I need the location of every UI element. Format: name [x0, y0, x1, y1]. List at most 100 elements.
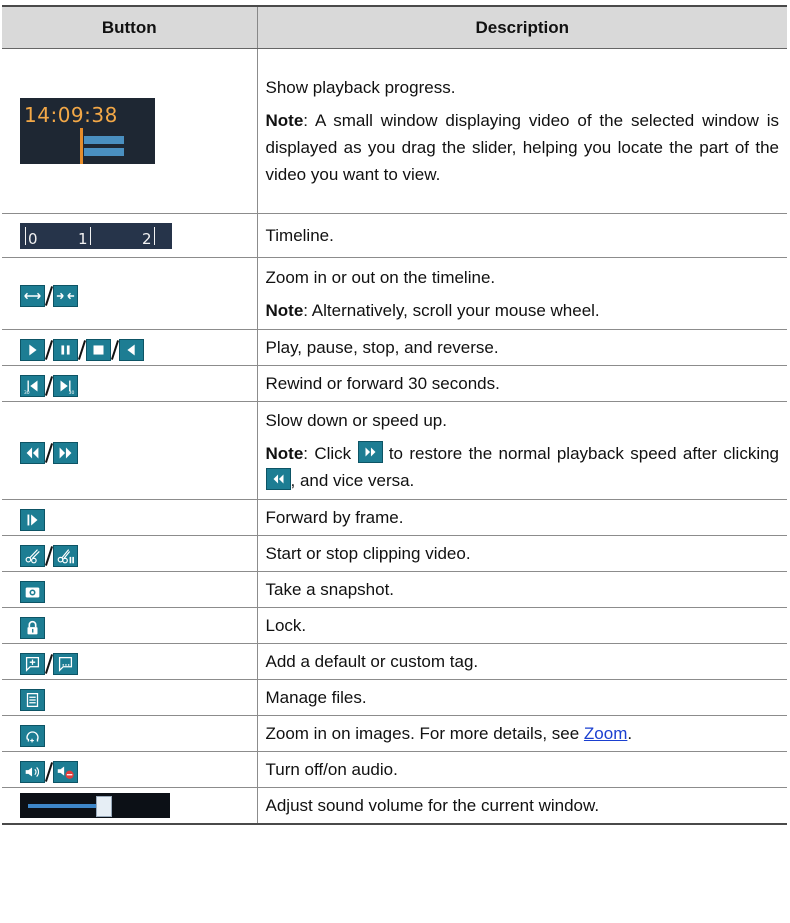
note-label: Note: [265, 111, 304, 130]
table-row: 0 1 2 Timeline.: [2, 213, 787, 258]
button-cell: 0 1 2: [2, 213, 258, 258]
table-row: Forward by frame.: [2, 499, 787, 536]
play-icon[interactable]: [20, 339, 45, 361]
description-text: Timeline.: [265, 226, 334, 245]
zoom-image-icon[interactable]: [20, 725, 45, 747]
header-description: Description: [256, 5, 787, 49]
note-body: , and vice versa.: [290, 471, 415, 490]
description-text: Lock.: [265, 616, 307, 635]
button-cell: [2, 715, 258, 752]
default-tag-icon[interactable]: [20, 653, 45, 675]
table-header-row: Button Description: [2, 5, 787, 49]
progress-time-label: 14:09:38: [24, 103, 118, 127]
zoom-link[interactable]: Zoom: [584, 724, 627, 743]
description-cell: Zoom in or out on the timeline. Note: Al…: [256, 257, 787, 330]
svg-text:30: 30: [69, 390, 75, 396]
description-cell: Manage files.: [256, 679, 787, 716]
description-text: Start or stop clipping video.: [265, 544, 471, 563]
description-text-part: Zoom in on images. For more details, see: [265, 724, 584, 743]
table-row: Adjust sound volume for the current wind…: [2, 787, 787, 825]
svg-text:30: 30: [24, 390, 30, 396]
start-clip-icon[interactable]: [20, 545, 45, 567]
volume-knob[interactable]: [96, 795, 112, 817]
button-cell: [2, 401, 258, 500]
description-cell: Zoom in on images. For more details, see…: [256, 715, 787, 752]
audio-on-icon[interactable]: [20, 761, 45, 783]
description-cell: Lock.: [256, 607, 787, 644]
volume-fill: [28, 803, 98, 808]
description-cell: Play, pause, stop, and reverse.: [256, 329, 787, 366]
rewind-30s-icon[interactable]: 30: [20, 375, 45, 397]
reverse-icon[interactable]: [119, 339, 144, 361]
manage-files-icon[interactable]: [20, 689, 45, 711]
description-cell: Slow down or speed up. Note: Click to re…: [256, 401, 787, 500]
description-cell: Start or stop clipping video.: [256, 535, 787, 572]
button-cell: [2, 571, 258, 608]
timeline-tick: [154, 226, 155, 245]
description-cell: Rewind or forward 30 seconds.: [256, 365, 787, 402]
description-text: Turn off/on audio.: [265, 760, 398, 779]
table-row: Lock.: [2, 607, 787, 644]
note-label: Note: [265, 300, 304, 320]
button-cell: 30 30: [2, 365, 258, 402]
header-button: Button: [2, 5, 258, 49]
custom-tag-icon[interactable]: [53, 653, 78, 675]
zoom-in-timeline-icon[interactable]: [53, 285, 78, 307]
button-cell: [2, 607, 258, 644]
playback-progress-thumbnail[interactable]: 14:09:38: [20, 98, 155, 164]
audio-off-icon[interactable]: [53, 761, 78, 783]
table-row: Add a default or custom tag.: [2, 643, 787, 680]
stop-icon[interactable]: [86, 339, 111, 361]
slow-down-icon[interactable]: [265, 467, 291, 490]
lock-icon[interactable]: [20, 617, 45, 639]
speed-up-icon[interactable]: [357, 440, 383, 463]
button-description-table: Button Description 14:09:38 Show playbac…: [2, 5, 787, 825]
description-text: Show playback progress.: [265, 78, 456, 97]
zoom-out-timeline-icon[interactable]: [20, 285, 45, 307]
note-body: : A small window displaying video of the…: [265, 111, 780, 184]
table-row: Play, pause, stop, and reverse.: [2, 329, 787, 366]
description-cell: Turn off/on audio.: [256, 751, 787, 788]
pause-icon[interactable]: [53, 339, 78, 361]
snapshot-icon[interactable]: [20, 581, 45, 603]
button-cell: [2, 499, 258, 536]
description-text: Zoom in or out on the timeline.: [265, 267, 496, 287]
table-row: Manage files.: [2, 679, 787, 716]
description-text: Manage files.: [265, 688, 367, 707]
note-body: to restore the normal playback speed aft…: [382, 444, 779, 463]
description-cell: Adjust sound volume for the current wind…: [256, 787, 787, 825]
table-row: 30 30 Rewind or forward 30 seconds.: [2, 365, 787, 402]
description-text: Slow down or speed up.: [265, 411, 447, 430]
description-cell: Take a snapshot.: [256, 571, 787, 608]
timeline-thumbnail[interactable]: 0 1 2: [20, 222, 172, 249]
description-text-part: .: [627, 724, 633, 743]
table-row: Turn off/on audio.: [2, 751, 787, 788]
note-text: Note: A small window displaying video of…: [266, 107, 780, 188]
table-row: 14:09:38 Show playback progress. Note: A…: [2, 48, 787, 214]
speed-up-icon[interactable]: [53, 442, 78, 464]
note-label: Note: [265, 444, 304, 463]
progress-marker-bar: [84, 136, 124, 144]
timeline-tick: [90, 226, 91, 245]
slow-down-icon[interactable]: [20, 442, 45, 464]
table-row: Zoom in or out on the timeline. Note: Al…: [2, 257, 787, 330]
button-cell: 14:09:38: [2, 48, 258, 214]
description-cell: Forward by frame.: [256, 499, 787, 536]
description-text: Rewind or forward 30 seconds.: [265, 374, 500, 393]
description-text: Adjust sound volume for the current wind…: [265, 795, 600, 815]
timeline-tick-label: 0: [28, 229, 38, 248]
description-text: Take a snapshot.: [265, 580, 395, 599]
frame-forward-icon[interactable]: [20, 509, 45, 531]
button-cell: [2, 679, 258, 716]
stop-clip-icon[interactable]: [53, 545, 78, 567]
button-cell: [2, 787, 258, 825]
description-cell: Show playback progress. Note: A small wi…: [256, 48, 787, 214]
button-cell: [2, 751, 258, 788]
forward-30s-icon[interactable]: 30: [53, 375, 78, 397]
table-row: Take a snapshot.: [2, 571, 787, 608]
volume-slider-thumbnail[interactable]: [20, 792, 170, 818]
button-cell: [2, 535, 258, 572]
description-text: Zoom in on images. For more details, see…: [266, 720, 780, 747]
note-text: Note: Alternatively, scroll your mouse w…: [266, 297, 780, 324]
note-body: : Click: [303, 444, 358, 463]
